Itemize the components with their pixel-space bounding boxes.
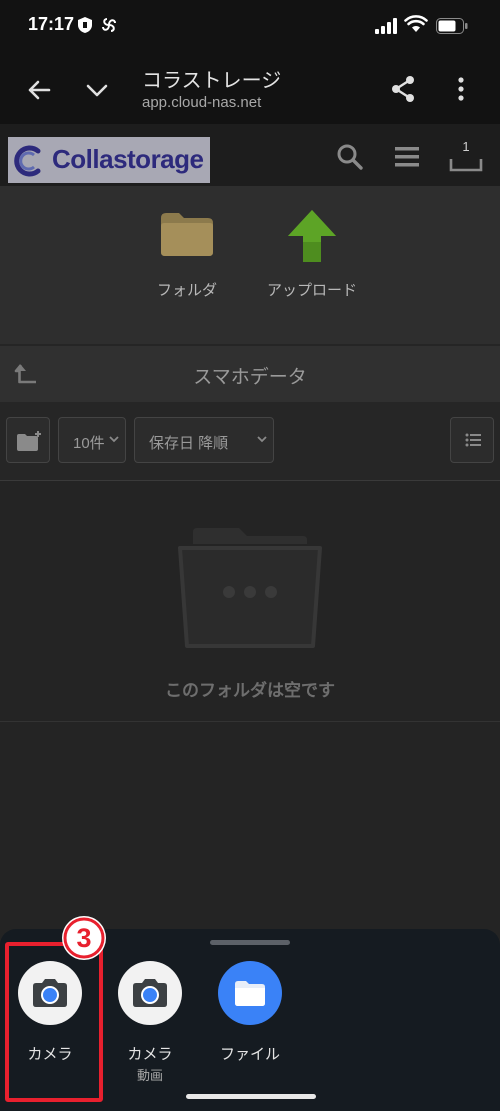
- new-folder-tile[interactable]: フォルダ: [122, 186, 252, 344]
- step-badge: 3: [62, 916, 106, 960]
- app-files[interactable]: ファイル: [198, 961, 302, 1091]
- caret-down-icon: [257, 436, 267, 443]
- items-per-page-select[interactable]: 10件: [58, 417, 126, 463]
- camera-icon: [133, 979, 167, 1007]
- folder-icon: [235, 981, 265, 1006]
- inbox-tray-icon: [449, 159, 483, 172]
- sort-order-value: 保存日 降順: [149, 435, 229, 452]
- tile-label-upload: アップロード: [266, 282, 357, 299]
- sort-order-select[interactable]: 保存日 降順: [134, 417, 274, 463]
- app-label: ファイル: [219, 1046, 280, 1063]
- file-toolbar: 10件 保存日 降順: [0, 402, 500, 480]
- site-logo[interactable]: Collastorage: [8, 137, 210, 183]
- empty-folder-message: このフォルダは空です: [165, 681, 335, 700]
- caret-down-icon: [109, 436, 119, 443]
- inbox-button[interactable]: 1: [448, 139, 484, 175]
- folder-title-bar: スマホデータ: [0, 346, 500, 402]
- divider: [0, 480, 500, 481]
- view-mode-button[interactable]: [450, 417, 494, 463]
- cellular-signal-icon: [375, 18, 397, 34]
- hamburger-menu-icon[interactable]: [394, 145, 420, 169]
- items-per-page-value: 10件: [73, 435, 105, 452]
- create-folder-button[interactable]: [6, 417, 50, 463]
- site-header: Collastorage 1: [0, 124, 500, 186]
- camera-app-icon: [118, 961, 182, 1025]
- logo-mark-icon: [14, 145, 41, 177]
- pinwheel-icon: [102, 18, 116, 32]
- back-arrow-icon[interactable]: [24, 75, 54, 105]
- home-indicator[interactable]: [186, 1094, 316, 1099]
- list-view-icon: [465, 433, 481, 447]
- screen: 17:17 コラストレージ app.cloud-nas.net Collasto…: [0, 0, 500, 1111]
- add-folder-icon: [17, 431, 41, 451]
- step-number: 3: [76, 923, 92, 953]
- wifi-icon: [404, 15, 428, 32]
- app-sublabel: 動画: [136, 1068, 163, 1083]
- status-time: 17:17: [28, 14, 75, 34]
- browser-toolbar: コラストレージ app.cloud-nas.net: [0, 56, 500, 124]
- action-tiles: フォルダ アップロード: [0, 186, 500, 344]
- app-label: カメラ: [127, 1046, 173, 1063]
- chevron-down-icon[interactable]: [84, 77, 110, 103]
- files-app-icon: [218, 961, 282, 1025]
- sheet-drag-handle[interactable]: [210, 940, 290, 945]
- upload-arrow-icon: [288, 210, 336, 262]
- browser-url[interactable]: app.cloud-nas.net: [142, 94, 261, 111]
- folder-title: スマホデータ: [193, 367, 307, 388]
- share-icon[interactable]: [388, 74, 418, 104]
- status-bar: 17:17: [0, 0, 500, 56]
- logo-text: Collastorage: [52, 144, 204, 174]
- shield-icon: [78, 17, 92, 33]
- empty-folder-icon: [178, 528, 322, 648]
- more-vert-icon[interactable]: [450, 76, 472, 102]
- upload-tile[interactable]: アップロード: [247, 186, 377, 344]
- browser-page-title: コラストレージ: [142, 70, 282, 92]
- tile-label-folder: フォルダ: [156, 282, 217, 299]
- search-icon[interactable]: [336, 143, 364, 171]
- folder-icon: [161, 213, 213, 256]
- divider: [0, 721, 500, 722]
- battery-icon: [436, 18, 468, 34]
- highlight-box: [5, 942, 103, 1102]
- app-camera-video[interactable]: カメラ 動画: [98, 961, 202, 1091]
